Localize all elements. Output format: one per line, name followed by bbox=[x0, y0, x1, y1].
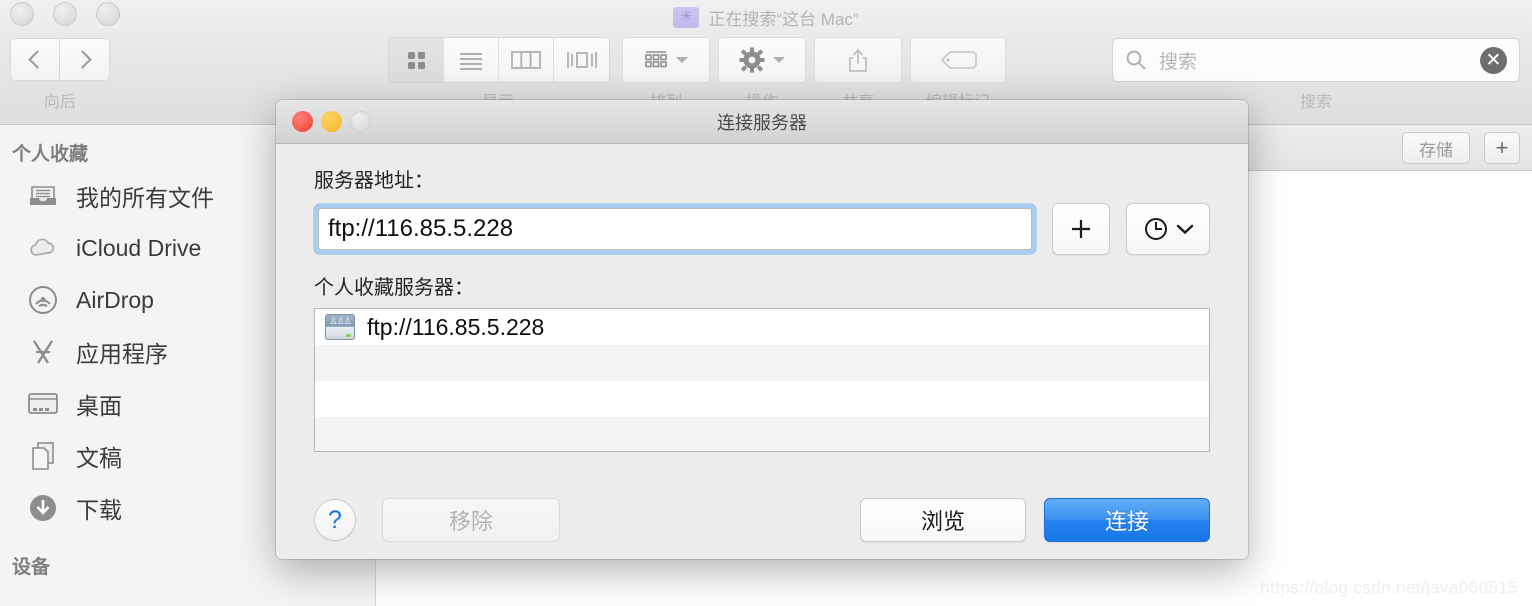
clock-icon bbox=[1145, 218, 1167, 240]
sidebar-item-label: iCloud Drive bbox=[76, 234, 202, 261]
dialog-title: 连接服务器 bbox=[717, 112, 807, 133]
chevron-down-icon bbox=[1176, 224, 1194, 235]
view-mode-column-button[interactable] bbox=[499, 38, 554, 82]
server-address-focus-ring: ftp://116.85.5.228 bbox=[314, 204, 1036, 254]
grid-icon bbox=[408, 52, 425, 69]
search-field[interactable]: 搜索 ✕ bbox=[1112, 38, 1520, 82]
minimize-button[interactable] bbox=[53, 2, 77, 26]
nav-caption: 向后 bbox=[43, 94, 76, 111]
search-input[interactable]: 搜索 bbox=[1159, 47, 1197, 74]
chevron-left-icon bbox=[27, 50, 47, 69]
finder-window-title: 正在搜索“这台 Mac” bbox=[0, 0, 1532, 34]
recent-servers-dropdown[interactable] bbox=[1126, 203, 1210, 255]
dialog-close-button[interactable] bbox=[292, 111, 313, 132]
dialog-footer: ? 移除 浏览 连接 bbox=[276, 481, 1248, 559]
view-mode-segmented-control[interactable] bbox=[388, 37, 610, 83]
coverflow-icon bbox=[566, 52, 597, 68]
list-item[interactable]: ftp://116.85.5.228 bbox=[315, 309, 1209, 345]
desktop-icon bbox=[26, 387, 60, 421]
finder-title-text: 正在搜索“这台 Mac” bbox=[708, 9, 859, 29]
share-icon bbox=[849, 48, 867, 72]
watermark: https://blog.csdn.net/java060515 bbox=[1260, 578, 1518, 597]
search-icon bbox=[1126, 50, 1146, 70]
connect-button[interactable]: 连接 bbox=[1044, 498, 1210, 542]
cloud-icon bbox=[26, 231, 60, 265]
sidebar-item-label: 应用程序 bbox=[76, 341, 168, 367]
add-favorite-button[interactable] bbox=[1052, 203, 1110, 255]
dialog-body: 服务器地址： ftp://116.85.5.228 个人收藏服务器： ♙♙♙ f… bbox=[276, 144, 1248, 452]
sidebar-item-label: 我的所有文件 bbox=[76, 185, 214, 211]
list-item-empty[interactable] bbox=[315, 381, 1209, 417]
network-drive-icon bbox=[325, 314, 355, 340]
server-address-input[interactable]: ftp://116.85.5.228 bbox=[318, 208, 1032, 250]
gear-icon bbox=[739, 47, 765, 73]
help-button[interactable]: ? bbox=[314, 499, 356, 541]
files-tray-icon bbox=[26, 179, 60, 213]
server-address-label: 服务器地址： bbox=[314, 170, 434, 192]
airdrop-icon bbox=[26, 283, 60, 317]
back-button[interactable] bbox=[10, 38, 60, 81]
list-icon bbox=[460, 53, 482, 70]
share-button[interactable] bbox=[814, 37, 902, 83]
browse-button[interactable]: 浏览 bbox=[860, 498, 1026, 542]
chevron-right-icon bbox=[73, 50, 92, 69]
save-search-button[interactable]: 存储 bbox=[1402, 132, 1470, 164]
sidebar-item-label: 下载 bbox=[76, 497, 122, 523]
documents-icon bbox=[26, 439, 60, 473]
sidebar-item-label: 文稿 bbox=[76, 445, 122, 471]
tag-icon bbox=[940, 51, 977, 69]
action-button[interactable] bbox=[718, 37, 806, 83]
sidebar-item-label: AirDrop bbox=[76, 286, 154, 313]
sidebar-item-label: 桌面 bbox=[76, 393, 122, 419]
dialog-titlebar: 连接服务器 bbox=[276, 100, 1248, 144]
navigation-buttons bbox=[10, 38, 110, 81]
list-item-label: ftp://116.85.5.228 bbox=[367, 313, 545, 340]
arrange-button[interactable] bbox=[622, 37, 710, 83]
chevron-down-icon bbox=[676, 57, 688, 63]
chevron-down-icon bbox=[773, 57, 785, 63]
forward-button[interactable] bbox=[60, 38, 110, 81]
columns-icon bbox=[511, 51, 541, 69]
plus-icon bbox=[1072, 220, 1090, 238]
add-criteria-button[interactable]: + bbox=[1484, 132, 1520, 164]
list-item-empty[interactable] bbox=[315, 417, 1209, 451]
connect-to-server-dialog: 连接服务器 服务器地址： ftp://116.85.5.228 个人收藏服务器：… bbox=[276, 100, 1248, 559]
clear-search-icon[interactable]: ✕ bbox=[1480, 46, 1507, 74]
view-mode-coverflow-button[interactable] bbox=[554, 38, 609, 82]
applications-icon bbox=[26, 335, 60, 369]
zoom-button[interactable] bbox=[96, 2, 120, 26]
smart-folder-icon bbox=[673, 5, 700, 28]
edit-tags-button[interactable] bbox=[910, 37, 1006, 83]
remove-button: 移除 bbox=[382, 498, 560, 542]
list-item-empty[interactable] bbox=[315, 345, 1209, 381]
dialog-minimize-button[interactable] bbox=[321, 111, 342, 132]
server-address-row: ftp://116.85.5.228 bbox=[314, 203, 1210, 255]
close-button[interactable] bbox=[10, 2, 34, 26]
finder-traffic-lights bbox=[10, 2, 120, 26]
favorite-servers-list[interactable]: ftp://116.85.5.228 bbox=[314, 308, 1210, 452]
view-mode-icon-button[interactable] bbox=[389, 38, 444, 82]
dialog-zoom-button bbox=[350, 111, 371, 132]
dialog-traffic-lights bbox=[292, 111, 371, 132]
favorite-servers-label: 个人收藏服务器： bbox=[314, 277, 474, 299]
downloads-icon bbox=[26, 491, 60, 525]
view-mode-list-button[interactable] bbox=[444, 38, 499, 82]
arrange-grid-icon bbox=[645, 51, 667, 68]
